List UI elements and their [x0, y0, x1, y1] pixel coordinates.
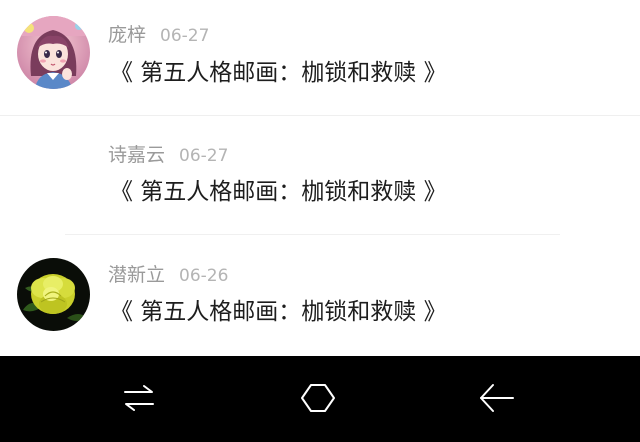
list-item[interactable]: 潜新立 06-26 《 第五人格邮画：枷锁和救赎 》 [0, 236, 640, 356]
comment-date: 06-27 [160, 26, 210, 46]
avatar[interactable] [17, 16, 90, 89]
user-name[interactable]: 庞梓 [108, 24, 146, 46]
back-icon [480, 384, 514, 412]
comment-date: 06-26 [179, 266, 229, 286]
comment-meta: 潜新立 06-26 [108, 262, 228, 288]
switch-apps-button[interactable] [119, 378, 159, 418]
anime-girl-avatar-icon [17, 16, 90, 89]
list-item[interactable]: 诗嘉云 06-27 《 第五人格邮画：枷锁和救赎 》 [0, 116, 640, 234]
user-name[interactable]: 潜新立 [108, 264, 165, 286]
yellow-flower-avatar-icon [17, 258, 90, 331]
post-title[interactable]: 《 第五人格邮画：枷锁和救赎 》 [110, 297, 447, 327]
comment-date: 06-27 [179, 146, 229, 166]
post-title[interactable]: 《 第五人格邮画：枷锁和救赎 》 [110, 58, 447, 88]
home-button[interactable] [298, 378, 338, 418]
comment-feed: 庞梓 06-27 《 第五人格邮画：枷锁和救赎 》 诗嘉云 06-27 《 第五人格… [0, 0, 640, 356]
user-name[interactable]: 诗嘉云 [108, 144, 165, 166]
back-button[interactable] [477, 378, 517, 418]
divider [65, 234, 560, 235]
home-icon [301, 384, 335, 412]
comment-meta: 庞梓 06-27 [108, 22, 209, 48]
avatar[interactable] [17, 258, 90, 331]
list-item[interactable]: 庞梓 06-27 《 第五人格邮画：枷锁和救赎 》 [0, 0, 640, 115]
comment-meta: 诗嘉云 06-27 [108, 142, 228, 168]
post-title[interactable]: 《 第五人格邮画：枷锁和救赎 》 [110, 177, 447, 207]
screen: 庞梓 06-27 《 第五人格邮画：枷锁和救赎 》 诗嘉云 06-27 《 第五人格… [0, 0, 640, 442]
switch-apps-icon [124, 385, 154, 411]
system-navigation-bar [0, 356, 640, 442]
